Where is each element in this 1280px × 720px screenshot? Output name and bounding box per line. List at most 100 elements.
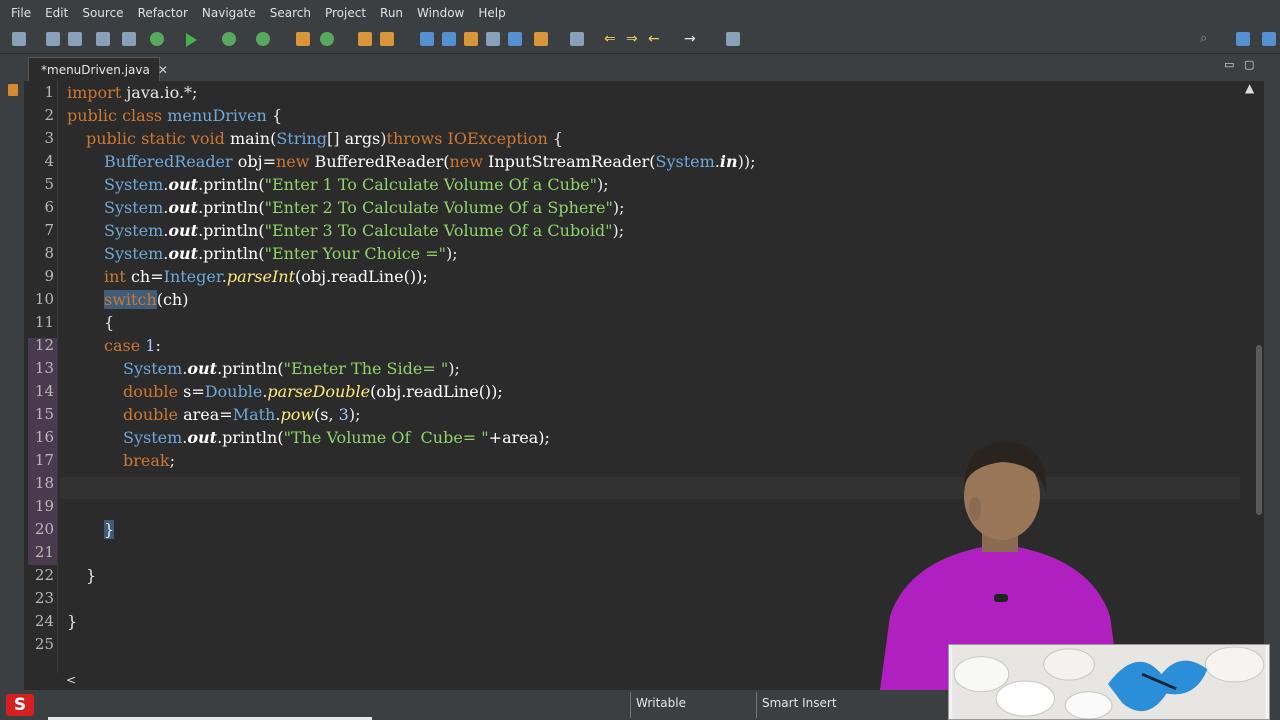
line-number: 2 bbox=[44, 106, 54, 124]
line-number: 9 bbox=[44, 267, 54, 285]
save-icon[interactable] bbox=[46, 32, 60, 46]
next-annotation-icon[interactable] bbox=[534, 32, 548, 46]
line-number: 12 bbox=[34, 336, 54, 354]
back-icon[interactable]: ← bbox=[648, 32, 662, 46]
toolbar: ⇐ ⇒ ← → ⌕ bbox=[0, 26, 1280, 54]
menu-search[interactable]: Search bbox=[263, 0, 318, 26]
restore-view-icon[interactable] bbox=[8, 84, 18, 96]
line-number: 22 bbox=[34, 566, 54, 584]
line-number: 16 bbox=[34, 428, 54, 446]
menu-help[interactable]: Help bbox=[471, 0, 512, 26]
code-line[interactable]: double s=Double.parseDouble(obj.readLine… bbox=[123, 380, 503, 403]
last-edit-icon[interactable]: ⇐ bbox=[604, 32, 618, 46]
channel-logo: S bbox=[6, 694, 34, 716]
perspective-icon[interactable] bbox=[1236, 32, 1250, 46]
code-line[interactable]: } bbox=[104, 518, 115, 541]
line-number: 24 bbox=[34, 612, 54, 630]
coverage-icon[interactable] bbox=[222, 32, 236, 46]
menu-run[interactable]: Run bbox=[373, 0, 410, 26]
editor-tab-bar: *menuDriven.java ✕ ▭ ▢ bbox=[24, 54, 1264, 81]
save-all-icon[interactable] bbox=[68, 32, 82, 46]
menu-refactor[interactable]: Refactor bbox=[131, 0, 195, 26]
code-line[interactable]: System.out.println("Enter 2 To Calculate… bbox=[104, 196, 624, 219]
status-separator bbox=[630, 692, 631, 718]
paragraph-icon[interactable] bbox=[508, 32, 522, 46]
right-trim bbox=[1264, 54, 1280, 690]
code-line[interactable]: case 1: bbox=[104, 334, 161, 357]
forward-edit-icon[interactable]: ⇒ bbox=[626, 32, 640, 46]
skip-breakpoints-icon[interactable] bbox=[122, 32, 136, 46]
print-icon[interactable] bbox=[96, 32, 110, 46]
open-type-icon[interactable] bbox=[358, 32, 372, 46]
menu-edit[interactable]: Edit bbox=[38, 0, 75, 26]
code-line[interactable]: System.out.println("Enter 3 To Calculate… bbox=[104, 219, 624, 242]
code-line[interactable]: public static void main(String[] args)th… bbox=[86, 127, 563, 150]
code-line[interactable]: break; bbox=[123, 449, 175, 472]
tab-menudriven-java[interactable]: *menuDriven.java ✕ bbox=[28, 57, 168, 81]
status-separator bbox=[756, 692, 757, 718]
debug-icon[interactable] bbox=[150, 32, 164, 46]
code-line[interactable]: System.out.println("Eneter The Side= "); bbox=[123, 357, 460, 380]
line-number: 15 bbox=[34, 405, 54, 423]
insert-mode-status: Smart Insert bbox=[762, 696, 837, 710]
line-number: 8 bbox=[44, 244, 54, 262]
line-number: 20 bbox=[34, 520, 54, 538]
decorative-thumbnail bbox=[948, 644, 1270, 720]
code-line[interactable]: System.out.println("The Volume Of Cube= … bbox=[123, 426, 550, 449]
gutter-separator bbox=[57, 81, 58, 673]
scroll-left-icon[interactable]: < bbox=[66, 673, 76, 687]
forward-icon[interactable]: → bbox=[684, 32, 698, 46]
code-line[interactable]: double area=Math.pow(s, 3); bbox=[123, 403, 360, 426]
menu-source[interactable]: Source bbox=[75, 0, 130, 26]
minimize-icon[interactable]: ▭ bbox=[1224, 58, 1234, 71]
java-perspective-icon[interactable] bbox=[1262, 32, 1276, 46]
refresh-icon[interactable] bbox=[320, 32, 334, 46]
menu-file[interactable]: File bbox=[4, 0, 38, 26]
line-number: 4 bbox=[44, 152, 54, 170]
line-number: 25 bbox=[34, 635, 54, 653]
code-line[interactable]: BufferedReader obj=new BufferedReader(ne… bbox=[104, 150, 755, 173]
show-whitespace-icon[interactable] bbox=[486, 32, 500, 46]
new-java-project-icon[interactable] bbox=[296, 32, 310, 46]
tab-title: *menuDriven.java bbox=[41, 62, 150, 77]
line-number: 14 bbox=[34, 382, 54, 400]
left-trim bbox=[0, 54, 24, 690]
vertical-scrollbar[interactable]: ▲ bbox=[1240, 81, 1264, 673]
code-line[interactable]: System.out.println("Enter 1 To Calculate… bbox=[104, 173, 609, 196]
scroll-thumb[interactable] bbox=[1256, 345, 1262, 515]
line-number: 1 bbox=[44, 83, 54, 101]
line-number: 23 bbox=[34, 589, 54, 607]
line-number: 19 bbox=[34, 497, 54, 515]
block-selection-icon[interactable] bbox=[464, 32, 478, 46]
writable-status: Writable bbox=[636, 696, 686, 710]
code-line[interactable]: } bbox=[67, 610, 77, 633]
code-line[interactable]: } bbox=[86, 564, 96, 587]
prev-annotation-icon[interactable] bbox=[570, 32, 584, 46]
code-line[interactable]: { bbox=[104, 311, 114, 334]
code-line[interactable]: import java.io.*; bbox=[67, 81, 197, 104]
code-line[interactable]: int ch=Integer.parseInt(obj.readLine()); bbox=[104, 265, 428, 288]
code-line[interactable]: public class menuDriven { bbox=[67, 104, 282, 127]
toggle-mark-icon[interactable] bbox=[420, 32, 434, 46]
code-line[interactable]: System.out.println("Enter Your Choice ="… bbox=[104, 242, 458, 265]
search-tool-icon[interactable] bbox=[380, 32, 394, 46]
code-line[interactable]: switch(ch) bbox=[104, 288, 188, 311]
line-number: 11 bbox=[34, 313, 54, 331]
maximize-icon[interactable]: ▢ bbox=[1244, 58, 1254, 71]
line-number: 18 bbox=[34, 474, 54, 492]
menu-bar: File Edit Source Refactor Navigate Searc… bbox=[0, 0, 1280, 26]
highlight-icon[interactable] bbox=[442, 32, 456, 46]
line-number: 21 bbox=[34, 543, 54, 561]
line-number: 17 bbox=[34, 451, 54, 469]
menu-navigate[interactable]: Navigate bbox=[195, 0, 263, 26]
run-icon[interactable] bbox=[186, 33, 197, 47]
new-file-icon[interactable] bbox=[12, 32, 26, 46]
menu-project[interactable]: Project bbox=[318, 0, 373, 26]
close-icon[interactable]: ✕ bbox=[158, 63, 168, 77]
external-tools-icon[interactable] bbox=[256, 32, 270, 46]
pin-editor-icon[interactable] bbox=[726, 32, 740, 46]
line-number: 6 bbox=[44, 198, 54, 216]
scroll-up-icon[interactable]: ▲ bbox=[1245, 81, 1254, 95]
search-icon[interactable]: ⌕ bbox=[1200, 32, 1214, 46]
menu-window[interactable]: Window bbox=[410, 0, 471, 26]
